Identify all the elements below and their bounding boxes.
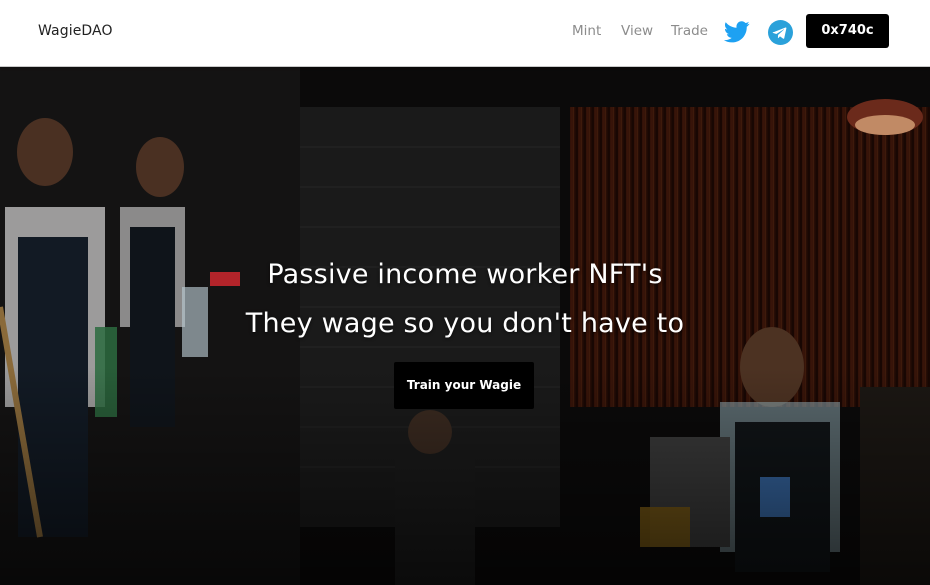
hero-section: Passive income worker NFT's They wage so… (0, 67, 930, 585)
nav-mint-link[interactable]: Mint (572, 23, 601, 39)
top-navigation-bar: WagieDAO Mint View Trade 0x740c (0, 0, 930, 67)
nav-view-link[interactable]: View (621, 23, 653, 39)
brand-logo-link[interactable]: WagieDAO (38, 23, 113, 39)
train-your-wagie-button[interactable]: Train your Wagie (394, 362, 534, 409)
hero-headline-line-2: They wage so you don't have to (245, 308, 685, 339)
wallet-address-button[interactable]: 0x740c (806, 14, 889, 48)
twitter-icon[interactable] (723, 20, 750, 44)
nav-trade-link[interactable]: Trade (671, 23, 708, 39)
hero-headline-line-1: Passive income worker NFT's (267, 259, 663, 290)
telegram-icon[interactable] (768, 20, 793, 45)
